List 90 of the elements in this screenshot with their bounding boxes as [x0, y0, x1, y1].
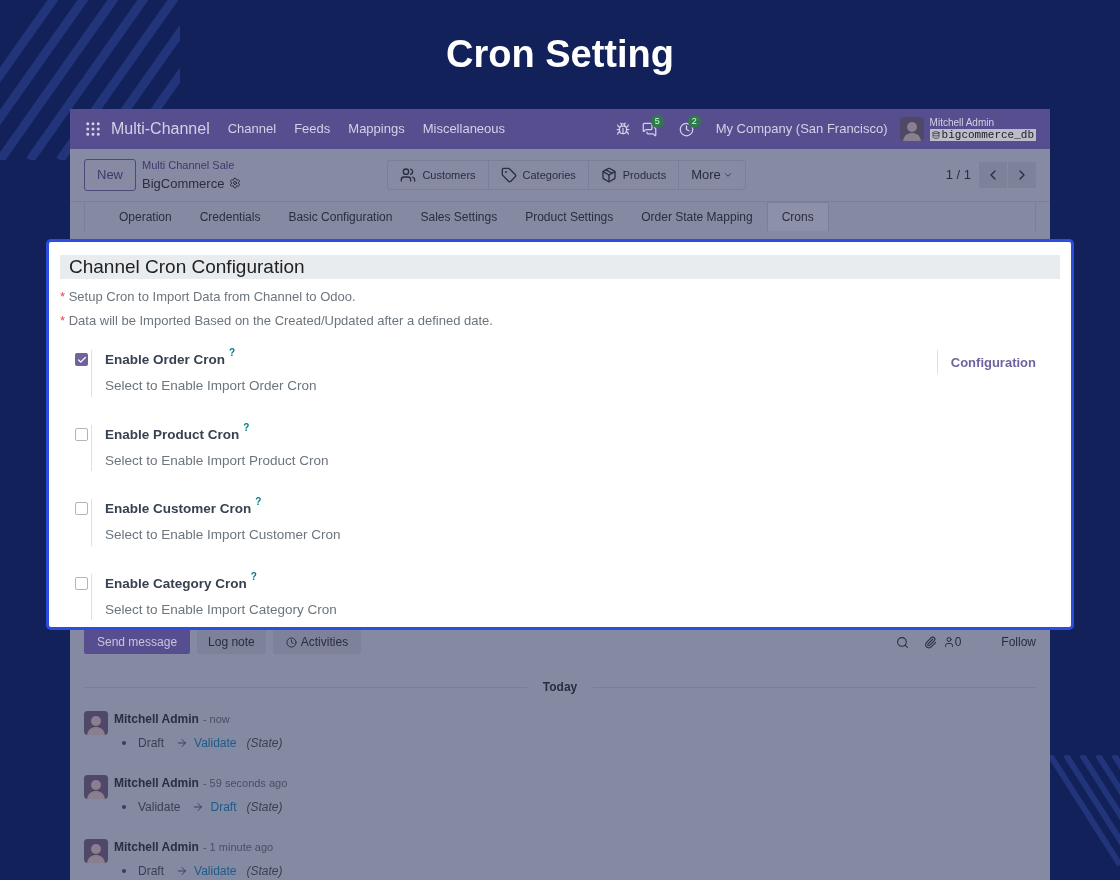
- clock-icon[interactable]: [678, 121, 694, 137]
- follower-count: 0: [954, 634, 962, 651]
- log-note-button[interactable]: Log note: [197, 630, 266, 654]
- old-value: Draft: [138, 863, 164, 880]
- more-button[interactable]: More: [679, 161, 745, 189]
- option-description: Select to Enable Import Order Cron: [105, 377, 318, 396]
- menu-item[interactable]: Channel: [227, 119, 277, 139]
- avatar-icon: [84, 839, 108, 863]
- tab[interactable]: Basic Configuration: [274, 202, 407, 231]
- tab[interactable]: Crons: [766, 202, 829, 231]
- checkbox[interactable]: [75, 576, 88, 590]
- message-time: - 1 minute ago: [202, 840, 274, 855]
- section-title: Channel Cron Configuration: [60, 255, 1060, 279]
- app-name[interactable]: Multi-Channel: [111, 117, 210, 141]
- author-name: Mitchell Admin: [114, 775, 199, 792]
- record-name: BigCommerce: [142, 174, 225, 193]
- option-description: Select to Enable Import Category Cron: [105, 600, 338, 619]
- arrow-icon: [192, 801, 205, 813]
- debug-icon[interactable]: [615, 122, 630, 136]
- field-name: (State): [246, 799, 283, 816]
- field-name: (State): [246, 735, 283, 752]
- messages-icon[interactable]: [641, 121, 657, 137]
- field-name: (State): [246, 863, 283, 880]
- clock-icon: [285, 636, 297, 648]
- bullet-icon: [122, 741, 126, 745]
- old-value: Draft: [138, 735, 164, 752]
- avatar-icon: [899, 117, 924, 141]
- configuration-link[interactable]: Configuration: [950, 355, 1036, 370]
- tab[interactable]: Credentials: [185, 202, 275, 231]
- option-label: Enable Order Cron: [105, 351, 226, 369]
- arrow-icon: [176, 737, 188, 749]
- company-name[interactable]: My Company (San Francisco): [715, 119, 888, 139]
- settings-icon[interactable]: [229, 177, 242, 190]
- menu-item[interactable]: Miscellaneous: [422, 119, 506, 139]
- breadcrumb-link[interactable]: Multi Channel Sale: [142, 157, 242, 174]
- search-icon[interactable]: [895, 635, 909, 649]
- activities-button[interactable]: Activities: [272, 630, 362, 654]
- page-title: Cron Setting: [446, 32, 674, 77]
- follow-button[interactable]: Follow: [1001, 633, 1036, 651]
- caret-icon: [722, 170, 733, 180]
- menu-item[interactable]: Feeds: [294, 119, 331, 139]
- message-time: - 59 seconds ago: [202, 776, 288, 791]
- option-label: Enable Customer Cron: [105, 500, 252, 518]
- bullet-icon: [122, 805, 126, 809]
- arrow-icon: [176, 865, 188, 877]
- activity-count: 2: [687, 114, 701, 128]
- tab[interactable]: Sales Settings: [406, 202, 512, 231]
- followers-icon[interactable]: [942, 636, 955, 648]
- help-icon[interactable]: ?: [255, 496, 262, 508]
- new-value: Validate: [194, 863, 237, 880]
- old-value: Validate: [138, 799, 181, 816]
- smart-button[interactable]: Categories: [488, 161, 589, 189]
- note-text: * Data will be Imported Based on the Created/Updated after a defined date.: [60, 311, 494, 330]
- apps-menu-icon[interactable]: [84, 120, 102, 138]
- note-text: * Setup Cron to Import Data from Channel to Odoo.: [60, 288, 357, 306]
- date-separator: Today: [542, 679, 578, 696]
- user-name[interactable]: Mitchell Admin: [929, 117, 1036, 129]
- message-count: 5: [650, 114, 664, 128]
- tab[interactable]: Order State Mapping: [627, 202, 767, 231]
- author-name: Mitchell Admin: [114, 839, 199, 856]
- avatar-icon: [84, 711, 108, 735]
- tab[interactable]: Product Settings: [511, 202, 628, 231]
- avatar-icon: [84, 775, 108, 799]
- products-icon: [600, 167, 617, 183]
- smart-button[interactable]: Products: [588, 161, 680, 189]
- help-icon[interactable]: ?: [243, 421, 250, 434]
- database-badge: bigcommerce_db: [929, 129, 1036, 141]
- message-time: - now: [202, 712, 230, 727]
- paperclip-icon[interactable]: [923, 635, 937, 649]
- customers-icon: [400, 167, 417, 183]
- help-icon[interactable]: ?: [250, 570, 257, 583]
- bullet-icon: [122, 869, 126, 873]
- option-description: Select to Enable Import Product Cron: [105, 451, 330, 470]
- menu-item[interactable]: Mappings: [348, 119, 405, 139]
- checkbox[interactable]: [75, 427, 88, 441]
- pager: 1 / 1: [945, 166, 971, 185]
- help-icon[interactable]: ?: [229, 347, 236, 359]
- categories-icon: [500, 167, 517, 183]
- smart-button[interactable]: Customers: [388, 161, 489, 189]
- author-name: Mitchell Admin: [114, 711, 199, 728]
- new-button[interactable]: New: [84, 159, 136, 191]
- checkbox[interactable]: [75, 502, 88, 515]
- new-value: Draft: [210, 799, 237, 816]
- tab[interactable]: Operation: [105, 202, 186, 231]
- option-description: Select to Enable Import Customer Cron: [105, 526, 342, 545]
- option-label: Enable Category Cron: [105, 574, 247, 593]
- new-value: Validate: [194, 735, 237, 752]
- option-label: Enable Product Cron: [105, 425, 240, 444]
- checkbox[interactable]: [75, 353, 88, 366]
- send-message-button[interactable]: Send message: [84, 630, 191, 654]
